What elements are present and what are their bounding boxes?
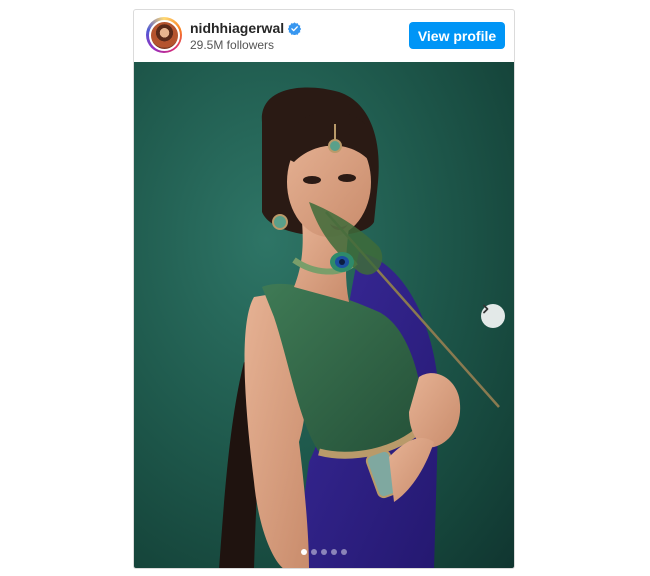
carousel-dot [321,549,327,555]
next-slide-button[interactable] [481,304,505,328]
post-header: nidhhiagerwal 29.5M followers View profi… [134,10,514,61]
user-info: nidhhiagerwal 29.5M followers [190,20,302,52]
avatar-image [148,19,180,51]
verified-badge-icon [287,21,302,36]
photo-illustration [219,87,500,568]
post-photo[interactable] [134,62,514,568]
instagram-embed: nidhhiagerwal 29.5M followers View profi… [133,9,515,569]
username-row: nidhhiagerwal [190,20,302,36]
follower-count: 29.5M followers [190,38,275,52]
carousel-indicators [134,549,514,555]
username-link[interactable]: nidhhiagerwal [190,20,284,36]
carousel-dot [341,549,347,555]
carousel-dot [331,549,337,555]
carousel-dot [311,549,317,555]
avatar[interactable] [146,17,182,53]
chevron-right-icon [483,304,489,314]
view-profile-button[interactable]: View profile [409,22,505,49]
carousel-dot [301,549,307,555]
